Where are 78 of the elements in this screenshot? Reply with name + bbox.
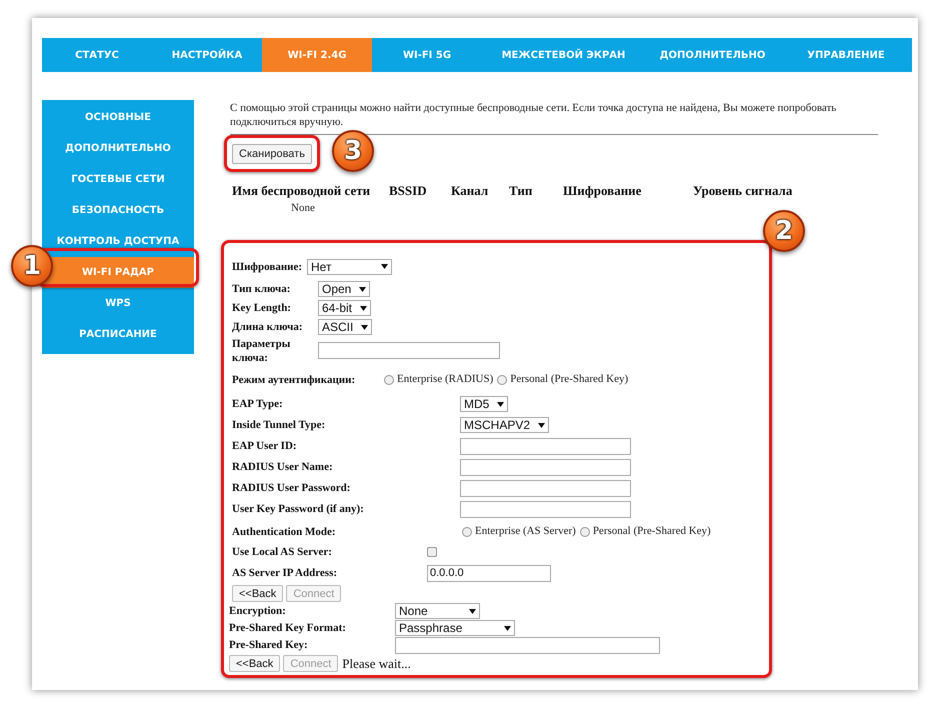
column-header: Уровень сигнала [693, 182, 792, 200]
field-label: Режим аутентификации: [232, 372, 356, 386]
caret-icon [381, 264, 388, 269]
input-field[interactable] [460, 458, 631, 476]
input-field[interactable]: 0.0.0.0 [427, 564, 551, 582]
field-label: Тип ключа: [232, 282, 292, 296]
sidebar-item[interactable]: ГОСТЕВЫЕ СЕТИ [42, 164, 194, 195]
dropdown[interactable]: Passphrase [395, 620, 515, 636]
checkbox[interactable] [427, 547, 437, 557]
option-label: Enterprise (AS Server) [475, 524, 576, 540]
dropdown[interactable]: MSCHAPV2 [460, 417, 550, 433]
nav-tab[interactable]: WI-FI 2.4G [262, 38, 372, 72]
empty-results-text: None [291, 201, 316, 216]
column-header: Имя беспроводной сети [232, 182, 370, 200]
field-label: Encryption: [229, 604, 287, 618]
input-field[interactable] [318, 342, 500, 359]
radio-button[interactable] [462, 526, 472, 536]
input-field[interactable] [460, 480, 631, 496]
nav-tab[interactable]: ДОПОЛНИТЕЛЬНО [645, 38, 780, 72]
option-label: Personal (Pre-Shared Key) [510, 372, 628, 388]
caret-icon [538, 422, 546, 428]
caret-icon [361, 324, 368, 330]
column-header: Шифрование [563, 182, 642, 200]
field-label: Pre-Shared Key Format: [229, 621, 347, 635]
dropdown[interactable]: 64-bit [318, 300, 372, 316]
sidebar-item[interactable]: РАСПИСАНИЕ [42, 319, 194, 350]
field-label: Pre-Shared Key: [229, 638, 309, 652]
radio-button[interactable] [580, 526, 590, 536]
nav-tab[interactable]: СТАТУС [42, 38, 152, 72]
field-label: RADIUS User Password: [232, 481, 352, 495]
caret-icon [359, 286, 366, 292]
field-label: User Key Password (if any): [232, 502, 365, 516]
back-button[interactable]: <<Back [229, 654, 280, 672]
input-field[interactable] [395, 636, 660, 654]
caret-icon [360, 306, 368, 310]
radio-button[interactable] [497, 374, 508, 384]
field-label: Параметры ключа: [232, 336, 292, 364]
dropdown[interactable]: Open [318, 281, 370, 297]
nav-tab[interactable]: НАСТРОЙКА [152, 38, 262, 72]
dropdown[interactable]: Нет [307, 258, 392, 274]
scan-button[interactable]: Сканировать [232, 144, 312, 164]
nav-tab[interactable]: МЕЖСЕТЕВОЙ ЭКРАН [482, 38, 645, 72]
nav-tab[interactable]: WI-FI 5G [372, 38, 482, 72]
field-label: AS Server IP Address: [232, 566, 338, 580]
intro-text: С помощью этой страницы можно найти доступные беспроводные сети. Если точка доступа не найдена, Вы можете попробовать подключиться вручную. [230, 101, 838, 129]
dropdown[interactable]: None [395, 603, 480, 619]
sidebar-item[interactable]: WPS [42, 288, 194, 319]
nav-tab[interactable]: УПРАВЛЕНИЕ [780, 38, 912, 72]
field-label: Key Length: [232, 301, 292, 315]
field-label: Authentication Mode: [232, 524, 337, 538]
field-label: EAP Type: [232, 397, 284, 411]
caret-icon [469, 608, 476, 614]
option-label: Personal (Pre-Shared Key) [592, 524, 711, 540]
callout-badge: 1 [11, 245, 53, 287]
status-text: Please wait... [342, 654, 411, 672]
callout-badge: 3 [332, 130, 374, 172]
sidebar-item[interactable]: ОСНОВНЫЕ [42, 102, 194, 133]
input-field[interactable] [460, 438, 631, 454]
field-label: Inside Tunnel Type: [232, 418, 326, 432]
column-header: Канал [451, 182, 488, 200]
sidebar-item[interactable]: ДОПОЛНИТЕЛЬНО [42, 133, 194, 164]
field-label: Длина ключа: [232, 320, 304, 334]
column-header: Тип [509, 182, 532, 200]
field-label: Шифрование: [232, 260, 304, 274]
dropdown[interactable]: ASCII [318, 319, 372, 335]
field-label: RADIUS User Name: [232, 460, 334, 474]
option-label: Enterprise (RADIUS) [397, 372, 494, 388]
field-label: EAP User ID: [232, 439, 298, 453]
caret-icon [497, 402, 504, 406]
column-header: BSSID [389, 182, 427, 200]
radio-button[interactable] [384, 374, 394, 384]
dropdown[interactable]: MD5 [460, 396, 508, 412]
back-button[interactable]: <<Back [232, 585, 284, 602]
sidebar-item[interactable]: БЕЗОПАСНОСТЬ [42, 195, 194, 226]
input-field[interactable] [460, 500, 631, 518]
caret-icon [504, 626, 511, 630]
callout-badge: 2 [763, 210, 805, 252]
field-label: Use Local AS Server: [232, 545, 333, 559]
